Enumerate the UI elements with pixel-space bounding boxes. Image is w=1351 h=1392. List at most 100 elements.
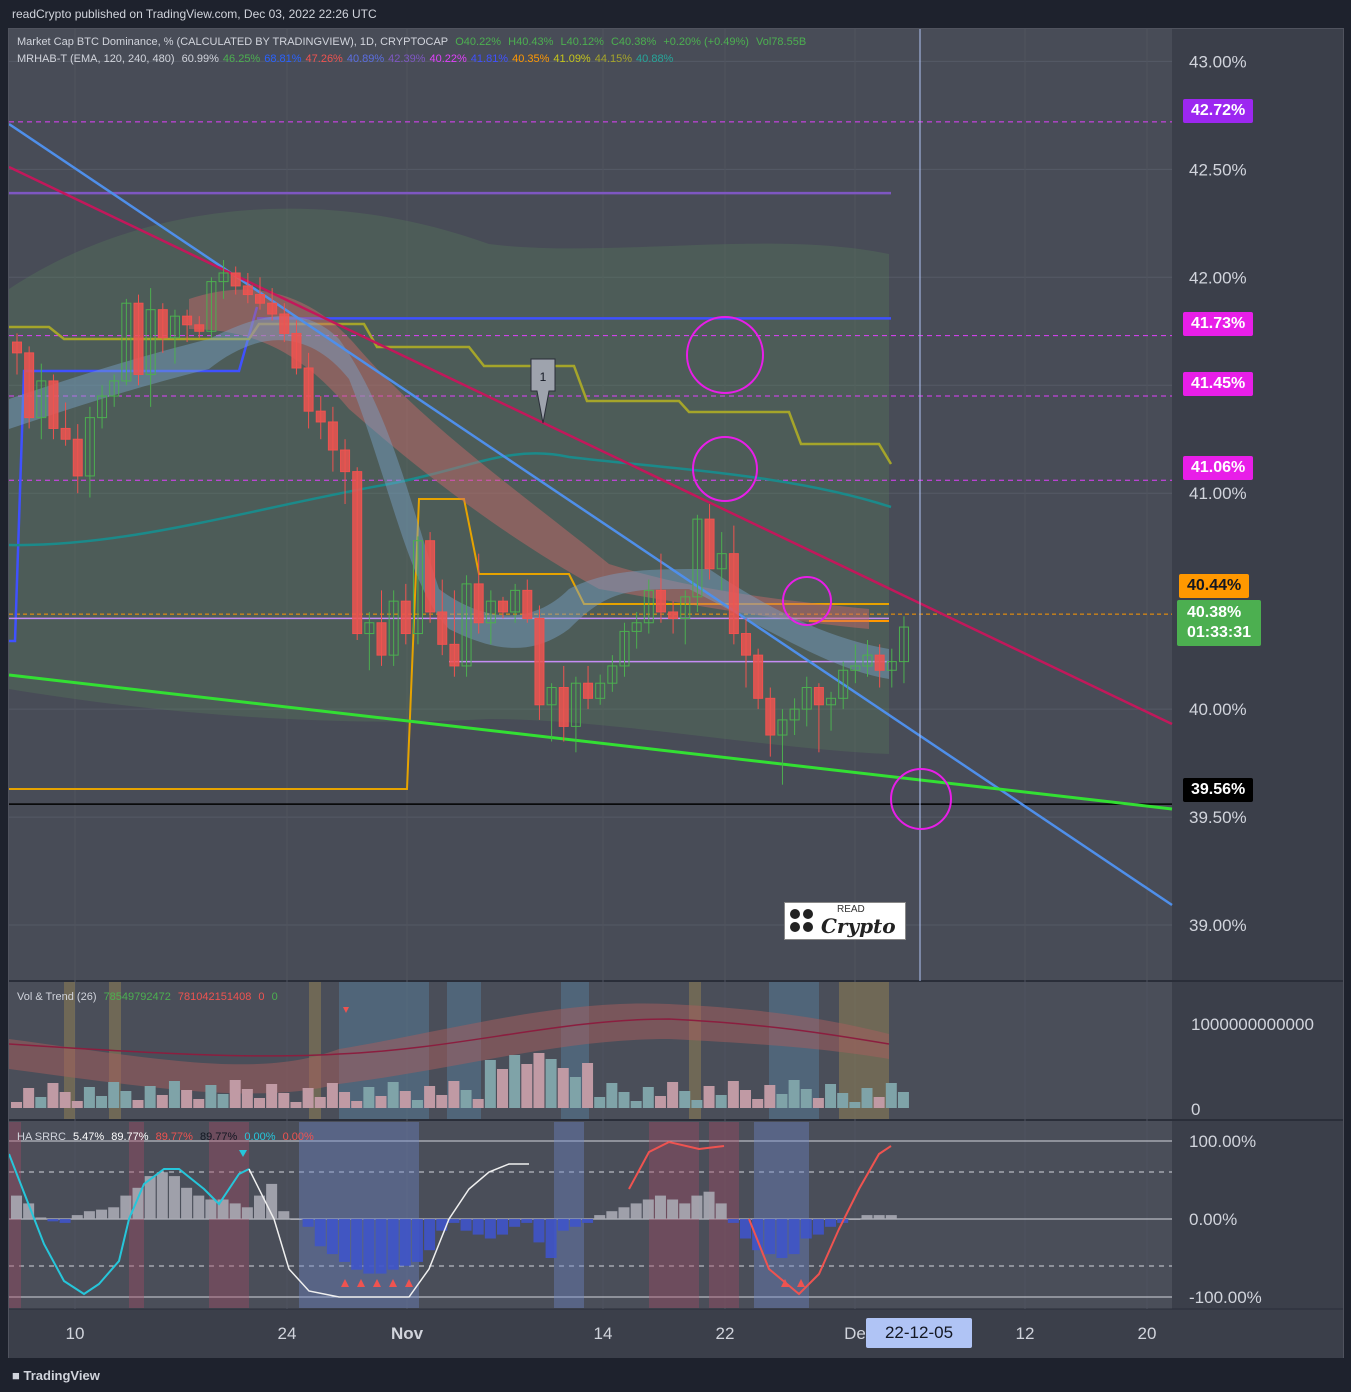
- volume-bar: [569, 1077, 581, 1108]
- candle-down: [498, 600, 508, 613]
- osc-histogram-bar: [582, 1219, 594, 1223]
- chart-frame[interactable]: 43.00%42.50%42.00%41.50%41.00%40.00%39.5…: [8, 28, 1344, 1360]
- tradingview-logo-icon: ■: [12, 1368, 20, 1383]
- volume-bar: [59, 1092, 71, 1108]
- indicator-value-0: 60.99%: [181, 53, 219, 65]
- y-tick-label: 40.00%: [1189, 700, 1247, 719]
- volume-bar: [23, 1088, 35, 1108]
- volume-value: Vol78.55B: [756, 36, 807, 48]
- volume-bar: [83, 1087, 95, 1108]
- current-price: 40.38%: [1187, 604, 1242, 621]
- candle-down: [425, 540, 436, 613]
- x-tick-label: 10: [66, 1324, 85, 1343]
- volume-bar: [727, 1081, 739, 1108]
- osc-histogram-bar: [679, 1203, 691, 1219]
- indicator-value-1: 46.25%: [222, 53, 261, 65]
- flag-label: 1: [540, 370, 547, 384]
- volume-bar: [861, 1088, 873, 1108]
- volume-bar: [533, 1053, 545, 1108]
- volume-bar: [132, 1100, 144, 1108]
- osc-v2: 89.77%: [111, 1131, 149, 1143]
- candle-down: [12, 341, 22, 354]
- osc-histogram-bar: [448, 1219, 460, 1223]
- candle-down: [765, 697, 776, 736]
- close-value: C40.38%: [610, 36, 657, 48]
- osc-histogram-bar: [812, 1219, 824, 1235]
- volume-bar: [47, 1083, 59, 1108]
- vol-v3: 0: [258, 991, 265, 1003]
- volume-bar: [812, 1098, 824, 1108]
- volume-bar: [314, 1097, 326, 1108]
- osc-histogram-bar: [11, 1195, 22, 1219]
- volume-bar: [71, 1101, 83, 1108]
- osc-histogram-bar: [278, 1211, 290, 1219]
- indicator-value-8: 40.35%: [512, 53, 550, 65]
- osc-histogram-bar: [83, 1211, 95, 1219]
- y-tick-label: 41.00%: [1189, 484, 1247, 503]
- badge-41-73: 41.73%: [1183, 312, 1254, 336]
- osc-histogram-bar: [108, 1207, 120, 1219]
- candle-down: [157, 309, 168, 339]
- badge-41-06: 41.06%: [1183, 456, 1254, 480]
- vol-bg-block: [689, 982, 701, 1119]
- publisher-line: readCrypto published on TradingView.com,…: [12, 7, 377, 21]
- volume-bar: [752, 1099, 764, 1108]
- osc-v1: 5.47%: [72, 1131, 105, 1143]
- indicator-value-7: 41.81%: [470, 53, 509, 65]
- high-value: H40.43%: [508, 36, 554, 48]
- osc-histogram-bar: [727, 1219, 739, 1223]
- volume-bar: [788, 1080, 800, 1108]
- osc-histogram-bar: [241, 1207, 253, 1219]
- osc-v5: 0.00%: [244, 1131, 276, 1143]
- osc-histogram-bar: [521, 1219, 533, 1223]
- x-tick-label: 20: [1138, 1324, 1157, 1343]
- volume-bar: [351, 1101, 363, 1108]
- volume-bar: [363, 1087, 375, 1108]
- indicator-legend: MRHAB-T (EMA, 120, 240, 480) 60.99% 46.25…: [17, 53, 681, 65]
- indicator-value-4: 40.89%: [346, 53, 385, 65]
- osc-histogram-bar: [314, 1219, 326, 1247]
- volume-bar: [776, 1094, 788, 1108]
- indicator-value-3: 47.26%: [305, 53, 343, 65]
- volume-bar: [436, 1095, 448, 1108]
- candle-down: [315, 410, 326, 423]
- volume-bar: [399, 1091, 411, 1108]
- volume-bar: [740, 1090, 751, 1108]
- candle-down: [473, 583, 484, 624]
- osc-histogram-bar: [193, 1195, 205, 1219]
- osc-v6: 0.00%: [282, 1131, 314, 1143]
- volume-bar: [618, 1092, 630, 1108]
- cursor-date-tag: 22-12-05: [866, 1318, 972, 1348]
- readcrypto-watermark: READ Crypto: [784, 902, 906, 940]
- osc-histogram-bar: [132, 1187, 144, 1219]
- indicator-value-11: 40.88%: [636, 53, 674, 65]
- y-tick-label: 42.50%: [1189, 160, 1247, 179]
- osc-histogram-bar: [642, 1199, 654, 1219]
- candle-down: [741, 633, 751, 656]
- indicator-value-5: 42.39%: [388, 53, 426, 65]
- y-tick-label: 39.50%: [1189, 808, 1247, 827]
- osc-histogram-bar: [229, 1203, 241, 1219]
- x-tick-label: 22: [716, 1324, 735, 1343]
- volume-bar: [156, 1095, 168, 1108]
- indicator-value-10: 44.15%: [594, 53, 633, 65]
- volume-bar: [460, 1090, 472, 1108]
- candle-down: [48, 380, 59, 429]
- y-tick-label: 42.00%: [1189, 268, 1247, 287]
- vol-v1: 78549792472: [103, 991, 171, 1003]
- volume-bar: [278, 1093, 290, 1108]
- volume-bar: [472, 1099, 484, 1108]
- volume-bar: [509, 1055, 521, 1108]
- volume-bar: [521, 1064, 533, 1108]
- badge-42-72: 42.72%: [1183, 99, 1254, 123]
- osc-histogram-bar: [339, 1219, 351, 1262]
- osc-name: HA SRRC: [17, 1131, 66, 1143]
- candle-down: [534, 617, 545, 706]
- volume-bar: [302, 1088, 314, 1108]
- volume-bar: [205, 1085, 217, 1108]
- osc-histogram-bar: [691, 1195, 703, 1219]
- osc-histogram-bar: [35, 1217, 47, 1219]
- badge-40-44: 40.44%: [1179, 574, 1250, 598]
- chart-canvas[interactable]: 43.00%42.50%42.00%41.50%41.00%40.00%39.5…: [9, 29, 1343, 1359]
- osc-histogram-bar: [411, 1219, 423, 1262]
